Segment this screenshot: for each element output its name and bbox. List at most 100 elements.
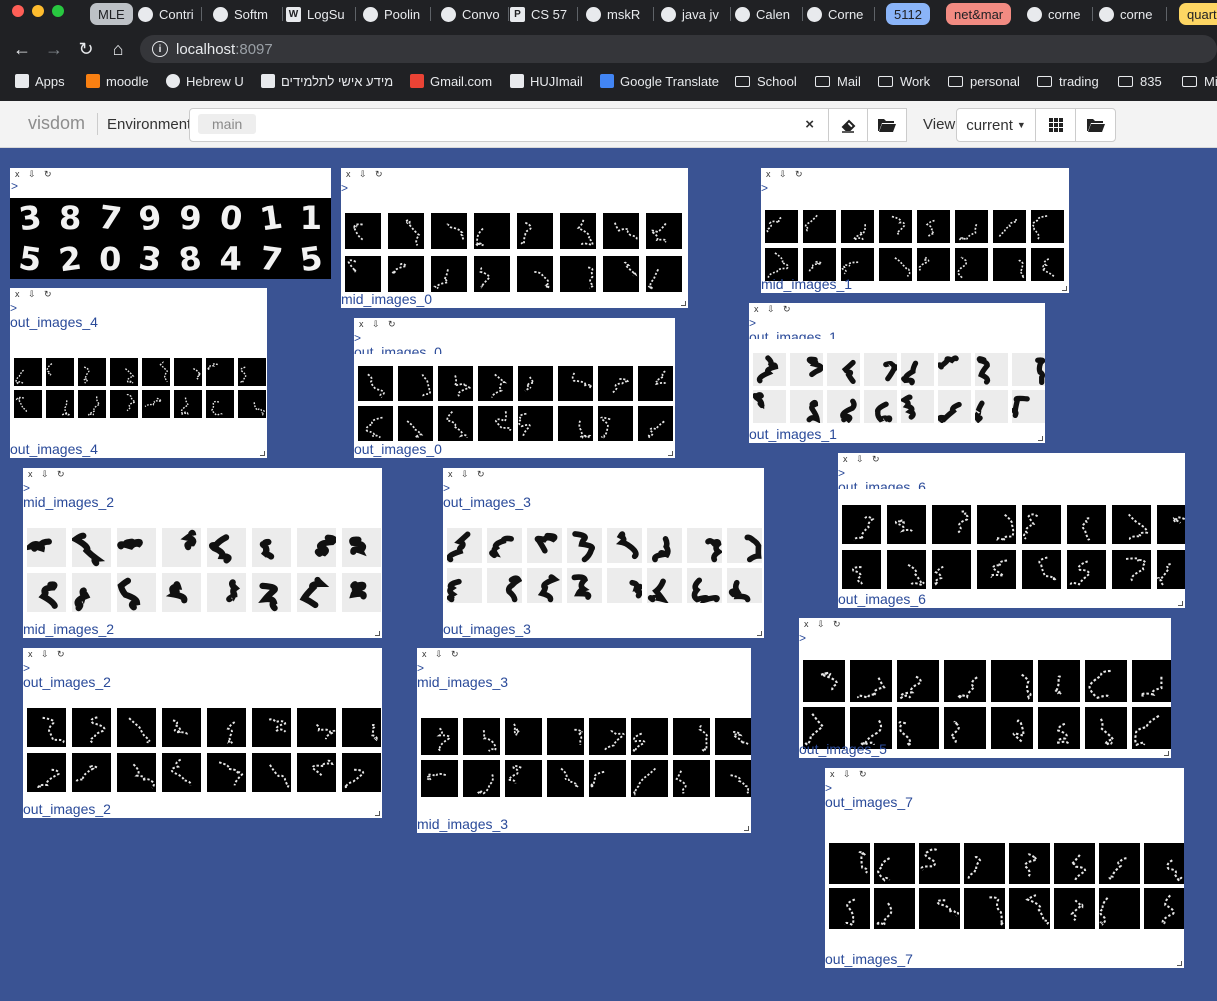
back-button[interactable]: ← xyxy=(9,37,35,61)
resize-handle-icon[interactable] xyxy=(375,811,380,816)
home-button[interactable]: ⌂ xyxy=(105,37,131,61)
pane-window-controls[interactable]: x ⇩ ↻ xyxy=(799,618,1171,630)
resize-handle-icon[interactable] xyxy=(1038,436,1043,441)
resize-handle-icon[interactable] xyxy=(744,826,749,831)
resize-handle-icon[interactable] xyxy=(1177,961,1182,966)
repack-button[interactable] xyxy=(1035,108,1076,142)
bookmark-item[interactable]: personal xyxy=(948,72,1020,90)
browser-tab[interactable]: W LogSu xyxy=(284,3,356,25)
bookmark-item[interactable]: School xyxy=(735,72,797,90)
bookmark-item[interactable]: Work xyxy=(878,72,930,90)
pane-window-controls[interactable]: x ⇩ ↻ xyxy=(838,453,1185,465)
bookmark-item[interactable]: Hebrew U xyxy=(166,72,244,90)
pane-window-controls[interactable]: x ⇩ ↻ xyxy=(825,768,1184,780)
bookmark-item[interactable]: HUJImail xyxy=(510,72,583,90)
browser-tab[interactable]: P CS 57 xyxy=(508,3,578,25)
pane-expand-arrow[interactable]: > xyxy=(825,782,1184,794)
pane-window-controls[interactable]: x ⇩ ↻ xyxy=(23,468,382,480)
pane-expand-arrow[interactable]: > xyxy=(10,302,267,314)
browser-tab[interactable]: corne xyxy=(1097,3,1167,25)
resize-handle-icon[interactable] xyxy=(1178,601,1183,606)
browser-tab[interactable]: corne xyxy=(1025,3,1093,25)
address-bar[interactable]: i localhost :8097 xyxy=(140,35,1217,63)
tab-group-blue[interactable]: 5112 xyxy=(886,3,930,25)
image-pane-out1[interactable]: x ⇩ ↻ > out_images_1 out_images_1 xyxy=(749,303,1045,443)
bookmark-item[interactable]: Google Translate xyxy=(600,72,719,90)
pane-expand-arrow[interactable]: > xyxy=(23,662,382,674)
pane-expand-arrow[interactable]: > xyxy=(23,482,382,494)
pane-expand-arrow[interactable]: > xyxy=(749,317,1045,329)
bookmark-item[interactable]: 835 xyxy=(1118,72,1162,90)
pane-expand-arrow[interactable]: > xyxy=(799,632,1171,644)
resize-handle-icon[interactable] xyxy=(681,301,686,306)
image-pane-input[interactable]: x ⇩ ↻ >3 8 7 9 9 0 1 1 5 2 0 3 8 4 7 5 xyxy=(10,168,331,279)
resize-handle-icon[interactable] xyxy=(1164,751,1169,756)
tab-group-gray[interactable]: MLE xyxy=(90,3,133,25)
pane-window-controls[interactable]: x ⇩ ↻ xyxy=(417,648,751,660)
image-pane-out6[interactable]: x ⇩ ↻ > out_images_6 out_images_6 xyxy=(838,453,1185,608)
pane-window-controls[interactable]: x ⇩ ↻ xyxy=(354,318,675,330)
browser-tab[interactable]: Contri xyxy=(136,3,202,25)
bookmark-item[interactable]: trading xyxy=(1037,72,1099,90)
tab-separator xyxy=(282,7,283,21)
pane-expand-arrow[interactable]: > xyxy=(761,182,1069,194)
image-pane-out0[interactable]: x ⇩ ↻ > out_images_0 out_images_0 xyxy=(354,318,675,458)
image-pane-out5[interactable]: x ⇩ ↻ > out_images_5 xyxy=(799,618,1171,758)
pane-expand-arrow[interactable]: > xyxy=(838,467,1185,479)
image-pane-out3[interactable]: x ⇩ ↻ > out_images_3 out_images_3 xyxy=(443,468,764,638)
manage-env-button[interactable] xyxy=(867,108,907,142)
environment-clear-icon[interactable]: × xyxy=(805,116,814,133)
pane-window-controls[interactable]: x ⇩ ↻ xyxy=(10,288,267,300)
pane-window-controls[interactable]: x ⇩ ↻ xyxy=(749,303,1045,315)
bookmark-item[interactable]: מידע אישי לתלמידים xyxy=(261,72,393,90)
bookmark-item[interactable]: Mi xyxy=(1182,72,1217,90)
resize-handle-icon[interactable] xyxy=(260,451,265,456)
pane-window-controls[interactable]: x ⇩ ↻ xyxy=(443,468,764,480)
resize-handle-icon[interactable] xyxy=(757,631,762,636)
bookmark-item[interactable]: Gmail.com xyxy=(410,72,492,90)
pane-expand-arrow[interactable]: > xyxy=(10,180,331,192)
browser-tab[interactable]: Corne xyxy=(805,3,875,25)
pane-expand-arrow[interactable]: > xyxy=(354,332,675,344)
image-pane-mid3[interactable]: x ⇩ ↻ > mid_images_3 mid_images_3 xyxy=(417,648,751,833)
resize-handle-icon[interactable] xyxy=(375,631,380,636)
digit-feature-icon xyxy=(367,373,385,399)
resize-handle-icon[interactable] xyxy=(1062,286,1067,291)
image-pane-mid2[interactable]: x ⇩ ↻ > mid_images_2 mid_images_2 xyxy=(23,468,382,638)
view-select[interactable]: current ▼ xyxy=(956,108,1036,142)
pane-window-controls[interactable]: x ⇩ ↻ xyxy=(341,168,688,180)
bookmark-item[interactable]: Apps xyxy=(15,72,65,90)
browser-tab[interactable]: Convo xyxy=(439,3,509,25)
environment-tag[interactable]: main xyxy=(198,114,257,134)
pane-expand-arrow[interactable]: > xyxy=(443,482,764,494)
image-pane-out7[interactable]: x ⇩ ↻ > out_images_7 out_images_7 xyxy=(825,768,1184,968)
tab-group-yellow[interactable]: quarte xyxy=(1179,3,1217,25)
bookmark-item[interactable]: moodle xyxy=(86,72,149,90)
close-window-button[interactable] xyxy=(12,5,24,17)
pane-window-controls[interactable]: x ⇩ ↻ xyxy=(761,168,1069,180)
browser-tab[interactable]: Softm xyxy=(211,3,283,25)
maximize-window-button[interactable] xyxy=(52,5,64,17)
browser-tab[interactable]: mskR xyxy=(584,3,654,25)
forward-button[interactable]: → xyxy=(41,37,67,61)
environment-select[interactable]: main × xyxy=(189,108,829,142)
pane-expand-arrow[interactable]: > xyxy=(417,662,751,674)
image-pane-mid1[interactable]: x ⇩ ↻ > mid_images_1 xyxy=(761,168,1069,293)
site-info-icon[interactable]: i xyxy=(152,41,168,57)
image-pane-mid0[interactable]: x ⇩ ↻ > mid_images_0 xyxy=(341,168,688,308)
tab-group-red[interactable]: net&mar xyxy=(946,3,1012,25)
pane-window-controls[interactable]: x ⇩ ↻ xyxy=(10,168,331,180)
bookmark-item[interactable]: Mail xyxy=(815,72,861,90)
browser-tab[interactable]: Calen xyxy=(733,3,803,25)
browser-tab[interactable]: java jv xyxy=(659,3,731,25)
image-pane-out2[interactable]: x ⇩ ↻ > out_images_2 out_images_2 xyxy=(23,648,382,818)
manage-views-button[interactable] xyxy=(1075,108,1116,142)
pane-window-controls[interactable]: x ⇩ ↻ xyxy=(23,648,382,660)
minimize-window-button[interactable] xyxy=(32,5,44,17)
clear-env-button[interactable] xyxy=(828,108,868,142)
pane-expand-arrow[interactable]: > xyxy=(341,182,688,194)
reload-button[interactable]: ↻ xyxy=(73,37,99,61)
resize-handle-icon[interactable] xyxy=(668,451,673,456)
browser-tab[interactable]: Poolin xyxy=(361,3,431,25)
image-pane-out4[interactable]: x ⇩ ↻ > out_images_4 out_images_4 xyxy=(10,288,267,458)
